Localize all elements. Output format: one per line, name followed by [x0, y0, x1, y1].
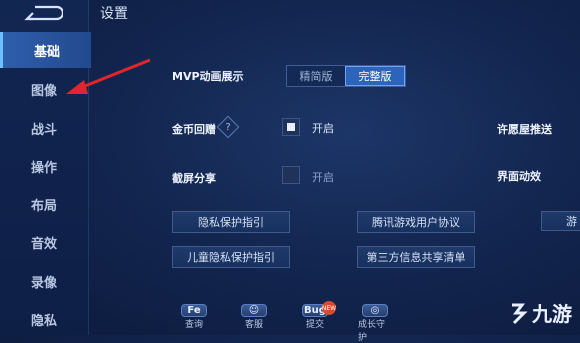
sidebar-item-replay[interactable]: 录像: [0, 263, 88, 299]
user-agreement-button[interactable]: 腾讯游戏用户协议: [357, 211, 475, 233]
sidebar: 基础 图像 战斗 操作 布局 音效 录像 隐私: [0, 0, 91, 337]
query-icon: Fe: [181, 304, 207, 317]
wish-push-label: 许愿屋推送: [497, 123, 552, 136]
help-icon[interactable]: ?: [216, 115, 240, 139]
growth-guard-label: 成长守护: [358, 320, 386, 343]
sidebar-item-layout[interactable]: 布局: [0, 186, 88, 222]
child-privacy-guide-button[interactable]: 儿童隐私保护指引: [172, 246, 290, 268]
watermark-text: 九游: [532, 302, 572, 326]
new-badge: NEW: [322, 301, 336, 315]
sidebar-item-controls[interactable]: 操作: [0, 148, 88, 184]
sidebar-item-basic[interactable]: 基础: [0, 32, 91, 68]
back-arrow-icon: [24, 5, 63, 21]
growth-guard-button[interactable]: ◎ 成长守护: [358, 304, 392, 343]
ui-effects-label: 界面动效: [497, 170, 541, 183]
privacy-guide-button[interactable]: 隐私保护指引: [172, 211, 290, 233]
sidebar-item-audio[interactable]: 音效: [0, 224, 88, 260]
page-title: 设置: [100, 6, 128, 22]
help-icon-glyph: ?: [225, 121, 231, 133]
logo-mark-icon: [512, 303, 528, 324]
screenshot-share-checkbox[interactable]: [282, 166, 300, 184]
more-link-button[interactable]: 游: [541, 211, 580, 231]
query-button[interactable]: Fe 查询: [177, 304, 211, 330]
watermark-logo: 九游: [508, 298, 572, 327]
screenshot-share-label: 截屏分享: [172, 172, 216, 185]
mvp-option-full[interactable]: 完整版: [345, 66, 405, 86]
growth-guard-icon: ◎: [362, 304, 388, 317]
coin-replay-label: 金币回赠: [172, 123, 216, 136]
screenshot-share-checkbox-label: 开启: [312, 171, 334, 184]
sidebar-item-privacy[interactable]: 隐私: [0, 301, 88, 337]
bug-report-label: 提交: [305, 320, 324, 330]
third-party-sharing-button[interactable]: 第三方信息共享清单: [357, 246, 475, 268]
customer-service-icon: ☺: [241, 304, 267, 317]
mvp-animation-label: MVP动画展示: [172, 70, 244, 83]
mvp-option-lite[interactable]: 精简版: [287, 66, 345, 86]
customer-service-label: 客服: [244, 320, 263, 330]
sidebar-item-battle[interactable]: 战斗: [0, 110, 88, 146]
query-label: 查询: [184, 320, 203, 330]
coin-replay-checkbox[interactable]: [282, 118, 300, 136]
back-button[interactable]: [10, 2, 76, 24]
coin-replay-checkbox-label: 开启: [312, 122, 334, 135]
mvp-animation-toggle: 精简版 完整版: [286, 65, 406, 87]
customer-service-button[interactable]: ☺ 客服: [237, 304, 271, 330]
sidebar-item-image[interactable]: 图像: [0, 71, 88, 107]
